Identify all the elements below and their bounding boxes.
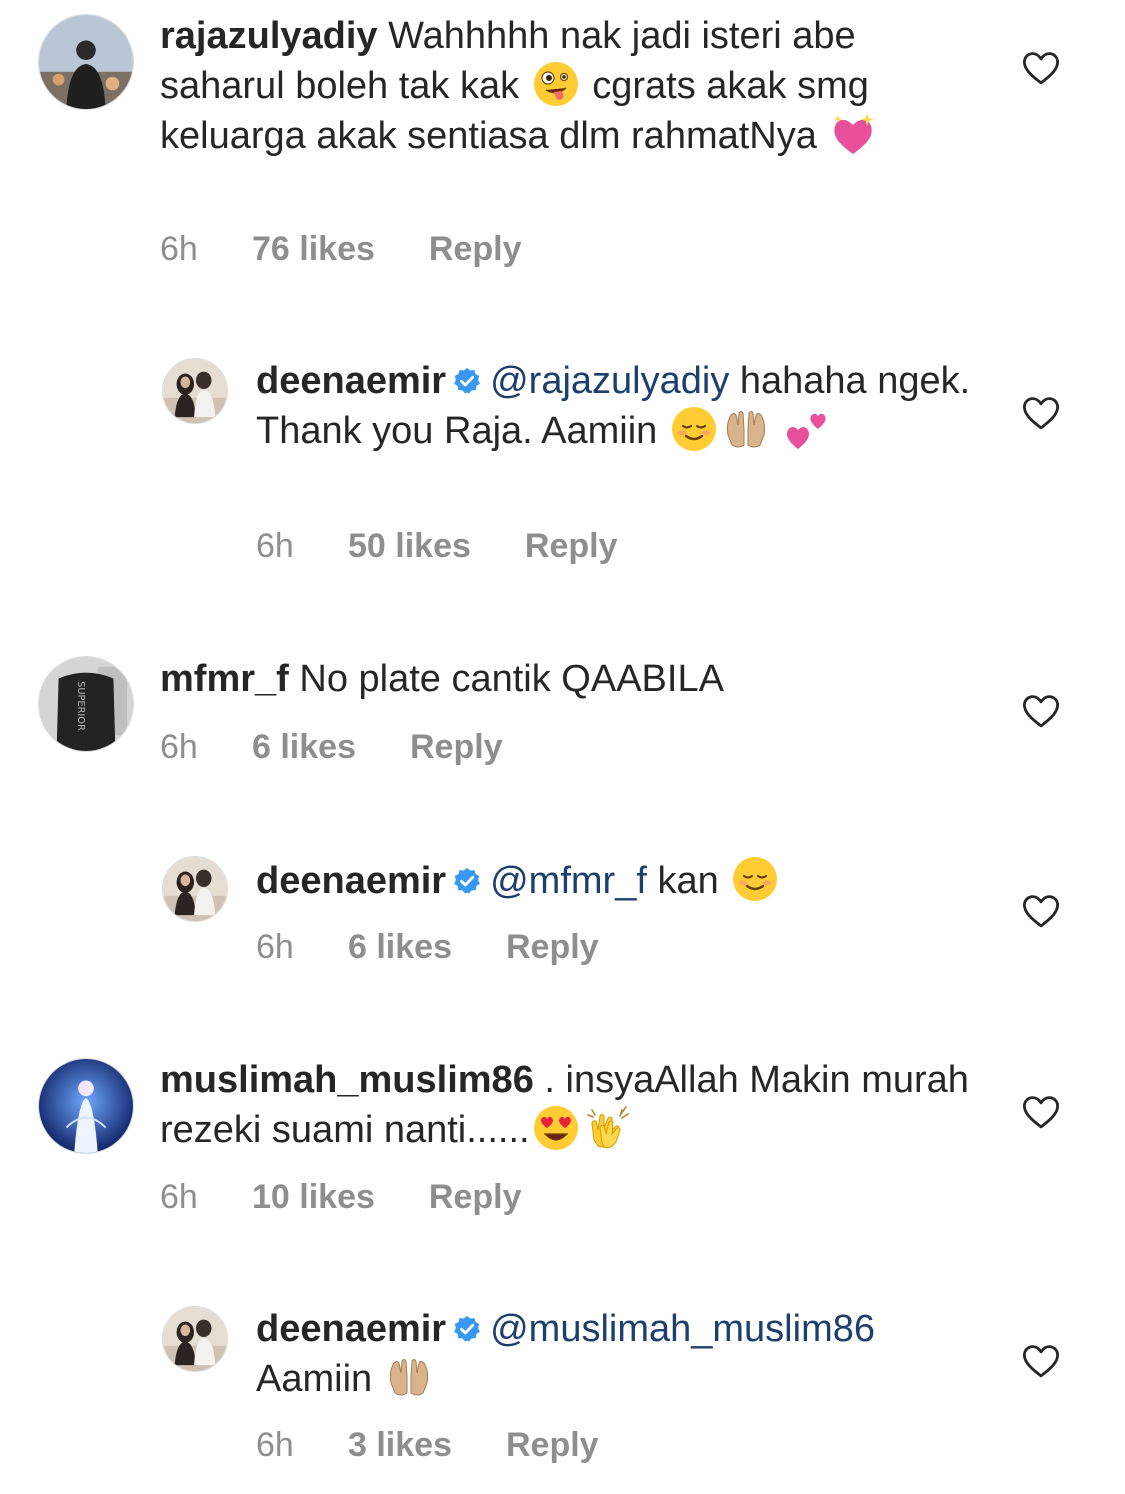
comment-time: 6h <box>256 527 294 565</box>
comment-meta: 6h 50 likes Reply <box>256 527 617 566</box>
reply-button[interactable]: Reply <box>429 230 522 269</box>
comment-meta: 6h 6 likes Reply <box>256 928 599 967</box>
comment-time: 6h <box>160 1178 198 1216</box>
heart-eyes-emoji <box>532 1104 580 1152</box>
comment-body: Aamiin <box>256 1358 373 1400</box>
comment-time: 6h <box>160 230 198 268</box>
comment-time: 6h <box>256 1426 294 1464</box>
like-heart-icon[interactable] <box>1020 1091 1062 1133</box>
like-heart-icon[interactable] <box>1020 690 1062 732</box>
sparkling-heart-emoji <box>829 110 877 158</box>
comment-text: rajazulyadiy Wahhhhh nak jadi isteri abe… <box>160 12 990 160</box>
like-heart-icon[interactable] <box>1020 392 1062 434</box>
avatar[interactable] <box>38 1058 134 1154</box>
comment-username[interactable]: muslimah_muslim86 <box>160 1059 534 1101</box>
mention-link[interactable]: @mfmr_f <box>490 860 647 902</box>
smiling-face-emoji <box>731 855 779 903</box>
reply-button[interactable]: Reply <box>429 1178 522 1217</box>
verified-badge-icon <box>452 366 482 396</box>
reply-button[interactable]: Reply <box>506 928 599 967</box>
palms-up-emoji <box>385 1353 433 1401</box>
comment-meta: 6h 6 likes Reply <box>160 728 503 767</box>
smiling-face-emoji <box>670 405 718 453</box>
reply-button[interactable]: Reply <box>525 527 618 566</box>
comment-text: deenaemir @rajazulyadiy hahaha ngek. Than… <box>256 357 996 455</box>
avatar[interactable] <box>38 14 134 110</box>
comment-time: 6h <box>160 728 198 766</box>
comment-likes[interactable]: 76 likes <box>252 230 375 269</box>
avatar[interactable] <box>162 856 228 922</box>
comment-username[interactable]: mfmr_f <box>160 658 289 700</box>
comment-time: 6h <box>256 928 294 966</box>
mention-link[interactable]: @muslimah_muslim86 <box>490 1308 875 1350</box>
verified-badge-icon <box>452 866 482 896</box>
mention-link[interactable]: @rajazulyadiy <box>490 360 729 402</box>
two-hearts-emoji <box>784 405 832 453</box>
reply-button[interactable]: Reply <box>506 1426 599 1465</box>
comment-text: mfmr_f No plate cantik QAABILA <box>160 655 990 703</box>
clapping-hands-emoji <box>584 1104 632 1152</box>
avatar[interactable] <box>162 1306 228 1372</box>
zany-face-emoji <box>532 60 580 108</box>
verified-badge-icon <box>452 1314 482 1344</box>
avatar[interactable] <box>162 358 228 424</box>
comment-text: muslimah_muslim86 . insyaAllah Makin mur… <box>160 1056 990 1154</box>
comment-meta: 6h 3 likes Reply <box>256 1426 599 1465</box>
comment-body: kan <box>657 860 719 902</box>
comment-likes[interactable]: 10 likes <box>252 1178 375 1217</box>
comment-likes[interactable]: 6 likes <box>252 728 356 767</box>
comment-username[interactable]: rajazulyadiy <box>160 15 378 57</box>
comment-likes[interactable]: 3 likes <box>348 1426 452 1465</box>
like-heart-icon[interactable] <box>1020 1340 1062 1382</box>
comment-meta: 6h 76 likes Reply <box>160 230 521 269</box>
like-heart-icon[interactable] <box>1020 890 1062 932</box>
like-heart-icon[interactable] <box>1020 47 1062 89</box>
reply-button[interactable]: Reply <box>410 728 503 767</box>
palms-up-emoji <box>722 405 770 453</box>
comment-text: deenaemir @mfmr_f kan <box>256 855 996 905</box>
comment-meta: 6h 10 likes Reply <box>160 1178 521 1217</box>
comment-likes[interactable]: 50 likes <box>348 527 471 566</box>
comment-likes[interactable]: 6 likes <box>348 928 452 967</box>
comment-body: No plate cantik QAABILA <box>299 658 724 700</box>
svg-text:SUPERIOR: SUPERIOR <box>75 681 86 731</box>
avatar[interactable]: SUPERIOR <box>38 656 134 752</box>
comment-text: deenaemir @muslimah_muslim86 Aamiin <box>256 1305 996 1403</box>
comment-username[interactable]: deenaemir <box>256 1308 446 1350</box>
comment-username[interactable]: deenaemir <box>256 360 446 402</box>
comment-username[interactable]: deenaemir <box>256 860 446 902</box>
